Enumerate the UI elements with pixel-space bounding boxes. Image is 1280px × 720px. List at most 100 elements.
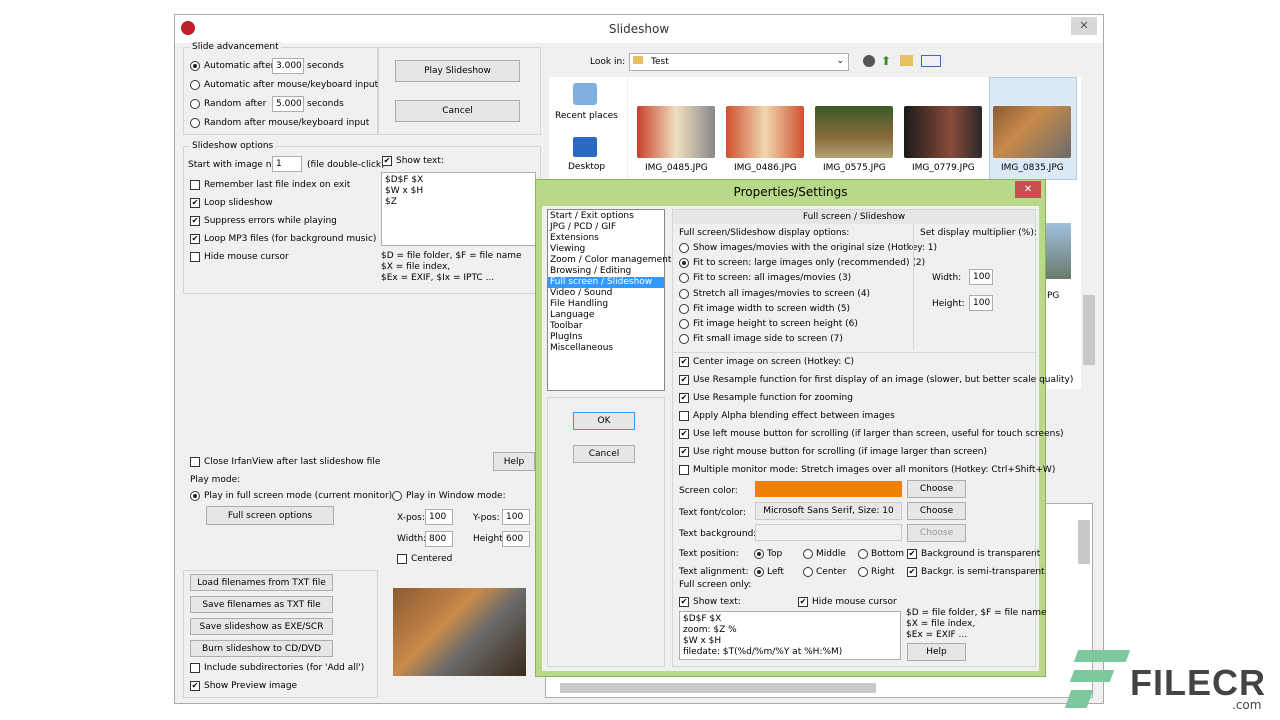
radio-top[interactable] bbox=[754, 549, 764, 559]
horizontal-scroll-thumb[interactable] bbox=[560, 683, 876, 693]
option-checkbox[interactable] bbox=[679, 411, 689, 421]
file-thumbnail[interactable] bbox=[904, 106, 982, 158]
checkbox-loopmp3[interactable]: ✔ bbox=[190, 234, 200, 244]
close-icon[interactable]: ✕ bbox=[1071, 17, 1097, 35]
radio-left[interactable] bbox=[754, 567, 764, 577]
file-thumbnail[interactable] bbox=[726, 106, 804, 158]
checkbox-show-text[interactable]: ✔ bbox=[382, 156, 392, 166]
radio-auto-input[interactable] bbox=[190, 80, 200, 90]
fs-help-button[interactable]: Help bbox=[907, 643, 966, 661]
category-item[interactable]: JPG / PCD / GIF bbox=[548, 222, 664, 233]
option-checkbox[interactable]: ✔ bbox=[679, 447, 689, 457]
show-text-area[interactable]: $D$F $X $W x $H $Z bbox=[381, 172, 536, 246]
category-item[interactable]: Full screen / Slideshow bbox=[548, 277, 664, 288]
radio-fullscreen[interactable] bbox=[190, 491, 200, 501]
save-exe-button[interactable]: Save slideshow as EXE/SCR bbox=[190, 618, 333, 635]
option-checkbox[interactable]: ✔ bbox=[679, 429, 689, 439]
category-item[interactable]: Toolbar bbox=[548, 321, 664, 332]
random-seconds-input[interactable]: 5.000 bbox=[272, 96, 304, 112]
checkbox-bg-transparent[interactable]: ✔ bbox=[907, 549, 917, 559]
category-item[interactable]: Language bbox=[548, 310, 664, 321]
category-item[interactable]: Start / Exit options bbox=[548, 211, 664, 222]
category-item[interactable]: File Handling bbox=[548, 299, 664, 310]
checkbox-centered[interactable] bbox=[397, 554, 407, 564]
checkbox-close-after[interactable] bbox=[190, 457, 200, 467]
file-thumbnail[interactable] bbox=[637, 106, 715, 158]
desktop-icon[interactable] bbox=[573, 137, 597, 157]
radio-right[interactable] bbox=[858, 567, 868, 577]
bottom-scroll-thumb[interactable] bbox=[1078, 520, 1090, 564]
checkbox-remember[interactable] bbox=[190, 180, 200, 190]
file-thumbnail[interactable] bbox=[993, 106, 1071, 158]
radio-bottom[interactable] bbox=[858, 549, 868, 559]
radio-random-input[interactable] bbox=[190, 118, 200, 128]
choose-font-button[interactable]: Choose bbox=[907, 502, 966, 520]
recent-places-label[interactable]: Recent places bbox=[555, 111, 618, 121]
checkbox-hide-cursor[interactable] bbox=[190, 252, 200, 262]
checkbox-hide-mouse[interactable]: ✔ bbox=[798, 597, 808, 607]
width-input[interactable]: 800 bbox=[425, 531, 453, 547]
radio-display-option[interactable] bbox=[679, 243, 689, 253]
file-name[interactable]: IMG_0485.JPG bbox=[645, 163, 708, 173]
fullscreen-options-button[interactable]: Full screen options bbox=[206, 506, 334, 525]
save-txt-button[interactable]: Save filenames as TXT file bbox=[190, 596, 333, 613]
category-item[interactable]: Extensions bbox=[548, 233, 664, 244]
choose-bg-button[interactable]: Choose bbox=[907, 524, 966, 542]
mult-width-input[interactable]: 100 bbox=[969, 269, 993, 285]
start-index-input[interactable]: 1 bbox=[272, 156, 302, 172]
category-list[interactable]: Start / Exit options JPG / PCD / GIF Exten… bbox=[547, 209, 671, 391]
option-checkbox[interactable]: ✔ bbox=[679, 393, 689, 403]
ok-button[interactable]: OK bbox=[573, 412, 635, 430]
up-folder-icon[interactable]: ⬆ bbox=[881, 54, 891, 68]
radio-display-option[interactable] bbox=[679, 288, 689, 299]
file-name[interactable]: IMG_0835.JPG bbox=[1001, 163, 1064, 173]
category-item[interactable]: Zoom / Color management bbox=[548, 255, 671, 266]
desktop-label[interactable]: Desktop bbox=[568, 162, 605, 172]
radio-window[interactable] bbox=[392, 491, 402, 501]
category-item[interactable]: Miscellaneous bbox=[548, 343, 664, 354]
option-checkbox[interactable]: ✔ bbox=[679, 375, 689, 385]
radio-auto[interactable] bbox=[190, 61, 200, 71]
height-input[interactable]: 600 bbox=[502, 531, 530, 547]
radio-random[interactable] bbox=[190, 99, 200, 109]
file-name[interactable]: IMG_0575.JPG bbox=[823, 163, 886, 173]
cancel-button[interactable]: Cancel bbox=[395, 100, 520, 122]
close-icon[interactable]: ✕ bbox=[1015, 181, 1041, 198]
radio-display-option[interactable] bbox=[679, 303, 689, 314]
load-txt-button[interactable]: Load filenames from TXT file bbox=[190, 574, 333, 591]
radio-middle[interactable] bbox=[803, 549, 813, 559]
radio-center[interactable] bbox=[803, 567, 813, 577]
recent-places-icon[interactable] bbox=[573, 83, 597, 105]
screen-color-swatch[interactable] bbox=[755, 481, 902, 497]
mult-height-input[interactable]: 100 bbox=[969, 295, 993, 311]
checkbox-suppress[interactable]: ✔ bbox=[190, 216, 200, 226]
option-checkbox[interactable]: ✔ bbox=[679, 357, 689, 367]
category-item[interactable]: Browsing / Editing bbox=[548, 266, 664, 277]
burn-cd-button[interactable]: Burn slideshow to CD/DVD bbox=[190, 640, 333, 657]
new-folder-icon[interactable] bbox=[900, 55, 913, 66]
file-name[interactable]: IMG_0486.JPG bbox=[734, 163, 797, 173]
ypos-input[interactable]: 100 bbox=[502, 509, 530, 525]
xpos-input[interactable]: 100 bbox=[425, 509, 453, 525]
back-icon[interactable] bbox=[863, 55, 875, 67]
play-slideshow-button[interactable]: Play Slideshow bbox=[395, 60, 520, 82]
file-name[interactable]: IMG_0779.JPG bbox=[912, 163, 975, 173]
option-checkbox[interactable] bbox=[679, 465, 689, 475]
radio-display-option[interactable] bbox=[679, 319, 689, 329]
checkbox-preview[interactable]: ✔ bbox=[190, 681, 200, 691]
look-in-dropdown[interactable]: Test ⌄ bbox=[629, 53, 849, 71]
choose-color-button[interactable]: Choose bbox=[907, 480, 966, 498]
file-thumbnail[interactable] bbox=[815, 106, 893, 158]
fs-text-area[interactable]: $D$F $X zoom: $Z % $W x $H filedate: $T(… bbox=[679, 611, 901, 660]
cancel-button[interactable]: Cancel bbox=[573, 445, 635, 463]
checkbox-subdirs[interactable] bbox=[190, 663, 200, 673]
help-button[interactable]: Help bbox=[493, 452, 535, 471]
auto-seconds-input[interactable]: 3.000 bbox=[272, 58, 304, 74]
checkbox-loop[interactable]: ✔ bbox=[190, 198, 200, 208]
view-menu-icon[interactable] bbox=[921, 55, 941, 67]
category-item[interactable]: Video / Sound bbox=[548, 288, 664, 299]
checkbox-semi-transparent[interactable]: ✔ bbox=[907, 567, 917, 577]
scrollbar-thumb[interactable] bbox=[1083, 295, 1095, 365]
category-item[interactable]: PlugIns bbox=[548, 332, 664, 343]
category-item[interactable]: Viewing bbox=[548, 244, 664, 255]
